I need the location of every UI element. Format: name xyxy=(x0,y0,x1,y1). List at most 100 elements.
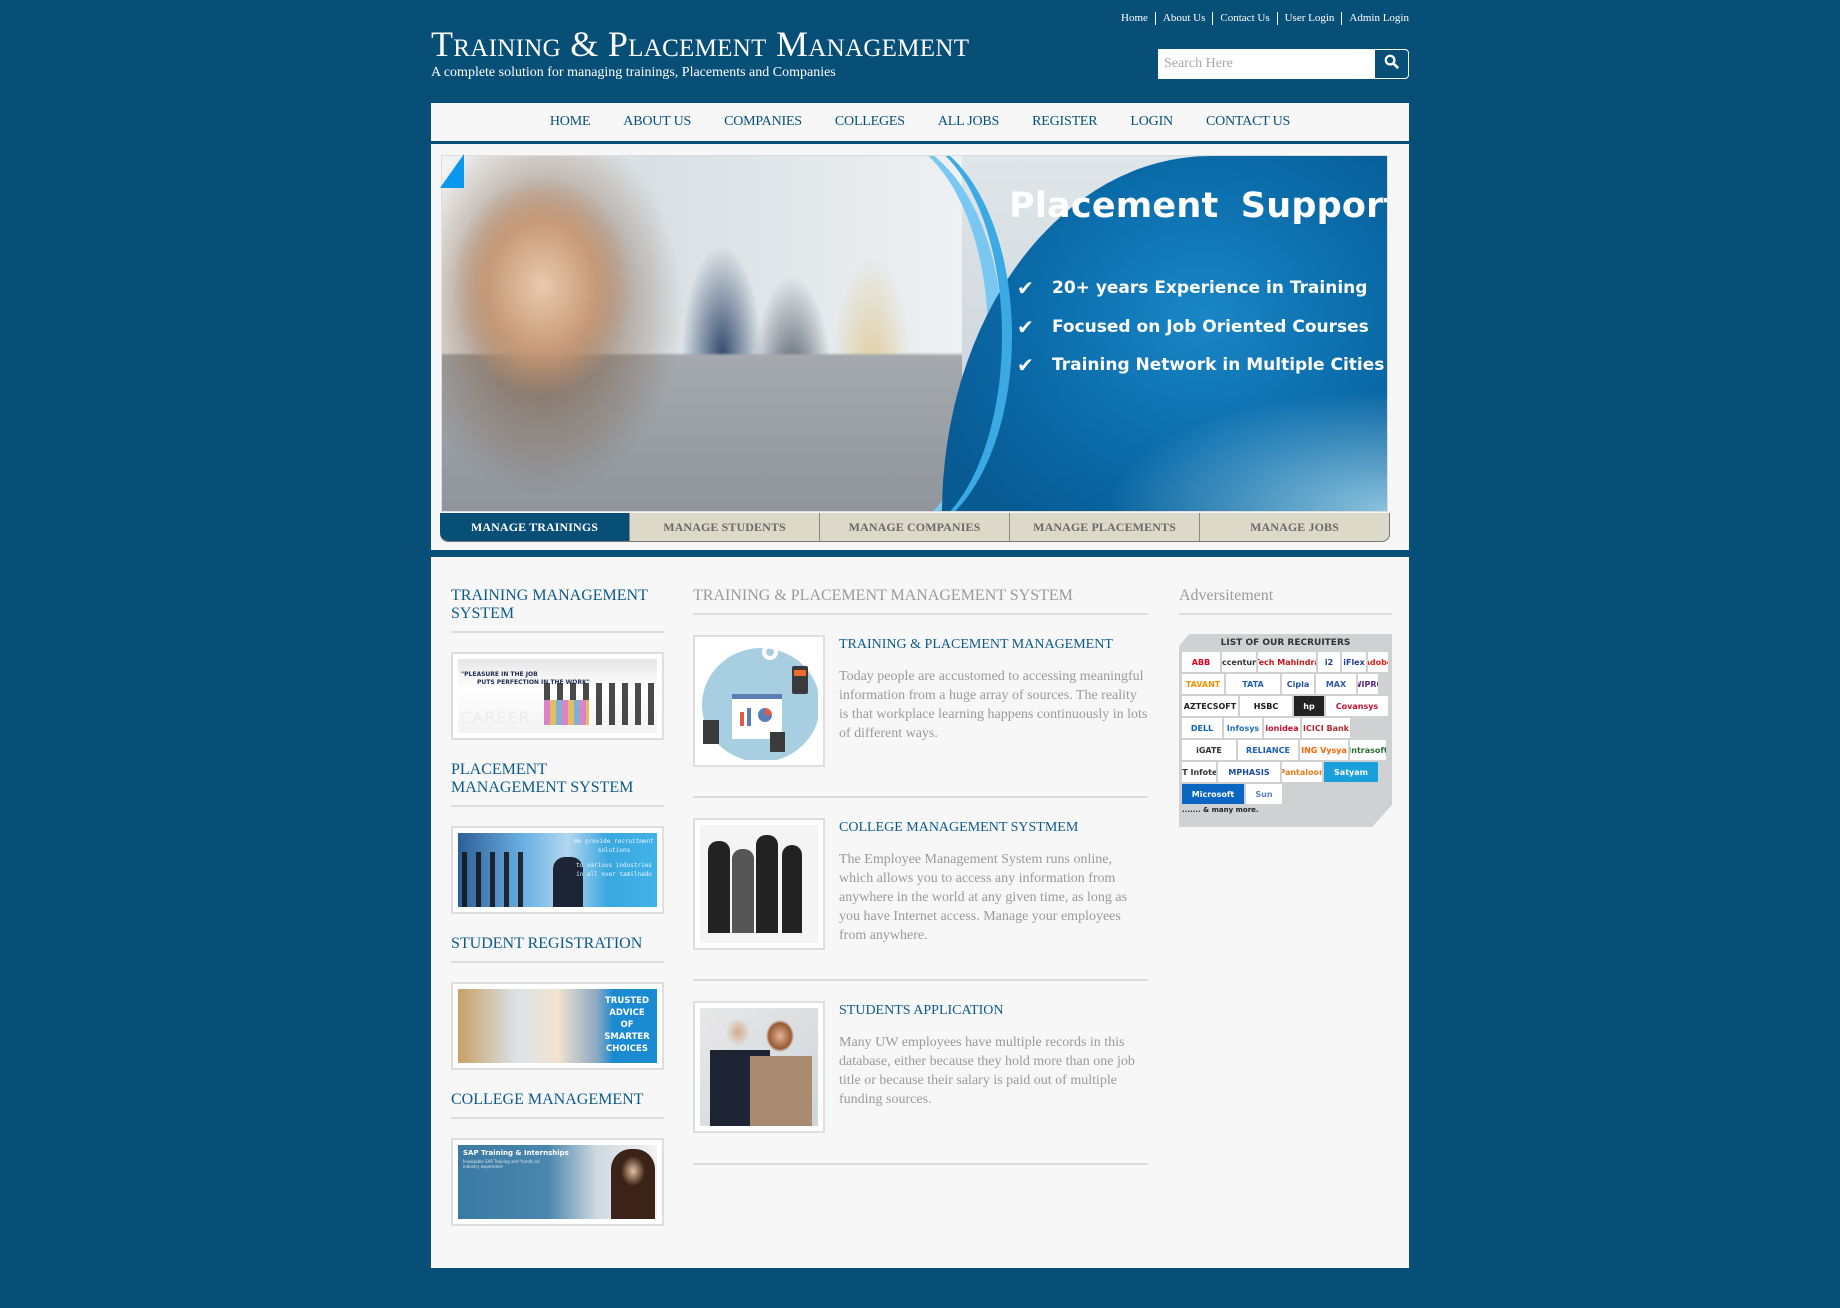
trusted-advice-text: TRUSTED ADVICE OF SMARTER CHOICES xyxy=(604,996,650,1054)
recruiter-logo: MAX xyxy=(1316,674,1356,694)
career-word: CAREER... xyxy=(460,708,549,727)
article-body: TRAINING & PLACEMENT MANAGEMENT Today pe… xyxy=(839,635,1148,767)
person-figure xyxy=(708,841,730,933)
banner-point: ✔ Training Network in Multiple Cities xyxy=(1017,346,1384,385)
recruiters-advertisement[interactable]: LIST OF OUR RECRUITERS ABBaccentureTech … xyxy=(1179,634,1392,827)
recruiter-logo: L&T Infotech xyxy=(1182,762,1216,782)
article-text: Many UW employees have multiple records … xyxy=(839,1035,1135,1107)
recruiter-logo: Cipla xyxy=(1282,674,1314,694)
sidebar-image-student-registration[interactable]: TRUSTED ADVICE OF SMARTER CHOICES xyxy=(451,982,664,1070)
top-link-contact-us[interactable]: Contact Us xyxy=(1212,12,1276,25)
sap-title: SAP Training & Internships xyxy=(463,1149,569,1157)
main-column: TRAINING & PLACEMENT MANAGEMENT SYSTEM T… xyxy=(693,587,1148,1165)
jumping-people-image xyxy=(700,825,818,943)
sidebar-heading-placement[interactable]: PLACEMENT MANAGEMENT SYSTEM xyxy=(451,761,664,807)
nav-item-login[interactable]: LOGIN xyxy=(1114,114,1190,130)
recruiter-logo: WIPRO xyxy=(1358,674,1378,694)
check-icon: ✔ xyxy=(1017,276,1034,301)
recruiter-logo: ING Vysya xyxy=(1300,740,1348,760)
phone-icon xyxy=(792,666,808,694)
recruiter-logo: Intrasoft xyxy=(1350,740,1386,760)
tab-manage-trainings[interactable]: MANAGE TRAININGS xyxy=(440,513,629,541)
recruitment-line: to various industries in all over tamiln… xyxy=(576,862,652,878)
article-body: COLLEGE MANAGEMENT SYSTMEM The Employee … xyxy=(839,818,1148,950)
recruiter-logo: ICICI Bank xyxy=(1302,718,1350,738)
nav-item-register[interactable]: REGISTER xyxy=(1016,114,1114,130)
gear-icon xyxy=(762,644,778,660)
content-panel: TRAINING MANAGEMENT SYSTEM "PLEASURE IN … xyxy=(431,557,1409,1268)
article-title[interactable]: COLLEGE MANAGEMENT SYSTMEM xyxy=(839,820,1148,836)
article-item: COLLEGE MANAGEMENT SYSTMEM The Employee … xyxy=(693,798,1148,981)
recruiter-logo: Sun xyxy=(1246,784,1282,804)
sidebar-heading-student-registration[interactable]: STUDENT REGISTRATION xyxy=(451,935,664,963)
advertisement-heading: Adversitement xyxy=(1179,587,1392,615)
article-title[interactable]: TRAINING & PLACEMENT MANAGEMENT xyxy=(839,637,1148,653)
person-figure xyxy=(756,835,778,933)
sidebar-image-college-management[interactable]: SAP Training & Internships Invaluable SA… xyxy=(451,1138,664,1226)
nav-item-colleges[interactable]: COLLEGES xyxy=(818,114,921,130)
tab-manage-jobs[interactable]: MANAGE JOBS xyxy=(1199,513,1389,541)
top-link-about-us[interactable]: About Us xyxy=(1154,12,1212,25)
recruiter-logo: i2 xyxy=(1318,652,1340,672)
search-input[interactable] xyxy=(1159,50,1375,78)
recruiter-logo: TATA xyxy=(1226,674,1280,694)
recruiter-logo: hp xyxy=(1294,696,1324,716)
banner-point-text: Training Network in Multiple Cities xyxy=(1052,355,1385,376)
nav-item-home[interactable]: HOME xyxy=(533,114,606,130)
top-links: Home About Us Contact Us User Login Admi… xyxy=(1114,12,1409,25)
banner-point-text: 20+ years Experience in Training xyxy=(1052,278,1368,299)
calculator-icon xyxy=(770,732,785,752)
article-title[interactable]: STUDENTS APPLICATION xyxy=(839,1003,1148,1019)
nav-item-contact-us[interactable]: CONTACT US xyxy=(1189,114,1306,130)
check-icon: ✔ xyxy=(1017,314,1034,339)
recruiter-logo: Satyam xyxy=(1324,762,1378,782)
person-figure xyxy=(750,1016,812,1126)
recruiter-logo: MPHASIS xyxy=(1218,762,1280,782)
tab-manage-placements[interactable]: MANAGE PLACEMENTS xyxy=(1009,513,1199,541)
tab-manage-companies[interactable]: MANAGE COMPANIES xyxy=(819,513,1009,541)
infographic-image xyxy=(700,642,818,760)
banner-points: ✔ 20+ years Experience in Training ✔ Foc… xyxy=(1017,269,1384,385)
sidebar-image-placement[interactable]: We provide recruitment solutions to vari… xyxy=(451,826,664,914)
sidebar-heading-college-management[interactable]: COLLEGE MANAGEMENT xyxy=(451,1091,664,1119)
recruiter-logo: DELL xyxy=(1182,718,1222,738)
search-button[interactable] xyxy=(1375,50,1408,78)
pie-chart-icon xyxy=(758,708,772,722)
person-figure xyxy=(732,849,754,933)
top-link-home[interactable]: Home xyxy=(1114,12,1155,25)
sidebar-image-training[interactable]: "PLEASURE IN THE JOB PUTS PERFECTION IN … xyxy=(451,652,664,740)
hero-banner: Placement Support ✔ 20+ years Experience… xyxy=(441,155,1388,512)
recruitment-image: We provide recruitment solutions to vari… xyxy=(458,833,657,907)
recruiter-logo: Infosys xyxy=(1224,718,1262,738)
top-link-admin-login[interactable]: Admin Login xyxy=(1341,12,1409,25)
recruiter-logo: iGATE xyxy=(1182,740,1236,760)
tab-manage-students[interactable]: MANAGE STUDENTS xyxy=(629,513,819,541)
sap-subtitle: Invaluable SAP Training and 'hands on' i… xyxy=(463,1159,541,1169)
article-item: TRAINING & PLACEMENT MANAGEMENT Today pe… xyxy=(693,615,1148,798)
sap-training-image: SAP Training & Internships Invaluable SA… xyxy=(458,1145,657,1219)
recruiter-logo: HSBC xyxy=(1240,696,1292,716)
nav-item-about-us[interactable]: ABOUT US xyxy=(607,114,708,130)
article-thumbnail[interactable] xyxy=(693,1001,825,1133)
recruitment-line: We provide recruitment solutions xyxy=(574,838,654,854)
sidebar-heading-training[interactable]: TRAINING MANAGEMENT SYSTEM xyxy=(451,587,664,633)
recruiter-logo: ABB xyxy=(1182,652,1220,672)
recruiter-logo-grid: ABBaccentureTech Mahindrai2iFlexAdobe TAV… xyxy=(1182,652,1389,804)
recruiters-title: LIST OF OUR RECRUITERS xyxy=(1220,638,1351,648)
nav-item-companies[interactable]: COMPANIES xyxy=(708,114,819,130)
article-body: STUDENTS APPLICATION Many UW employees h… xyxy=(839,1001,1148,1133)
article-thumbnail[interactable] xyxy=(693,635,825,767)
left-sidebar: TRAINING MANAGEMENT SYSTEM "PLEASURE IN … xyxy=(451,587,664,1247)
banner-heading: Placement Support xyxy=(1009,186,1388,226)
chart-bar xyxy=(747,708,751,726)
recruitment-text: We provide recruitment solutions to vari… xyxy=(574,837,654,879)
banner-point-text: Focused on Job Oriented Courses xyxy=(1052,316,1369,337)
person-figure xyxy=(782,845,802,933)
main-nav: HOME ABOUT US COMPANIES COLLEGES ALL JOB… xyxy=(431,103,1409,141)
site-title[interactable]: Training & Placement Management xyxy=(431,22,969,66)
top-link-user-login[interactable]: User Login xyxy=(1276,12,1342,25)
search-box xyxy=(1158,49,1409,79)
nav-item-all-jobs[interactable]: ALL JOBS xyxy=(921,114,1015,130)
recruiter-logo: accenture xyxy=(1222,652,1256,672)
article-thumbnail[interactable] xyxy=(693,818,825,950)
